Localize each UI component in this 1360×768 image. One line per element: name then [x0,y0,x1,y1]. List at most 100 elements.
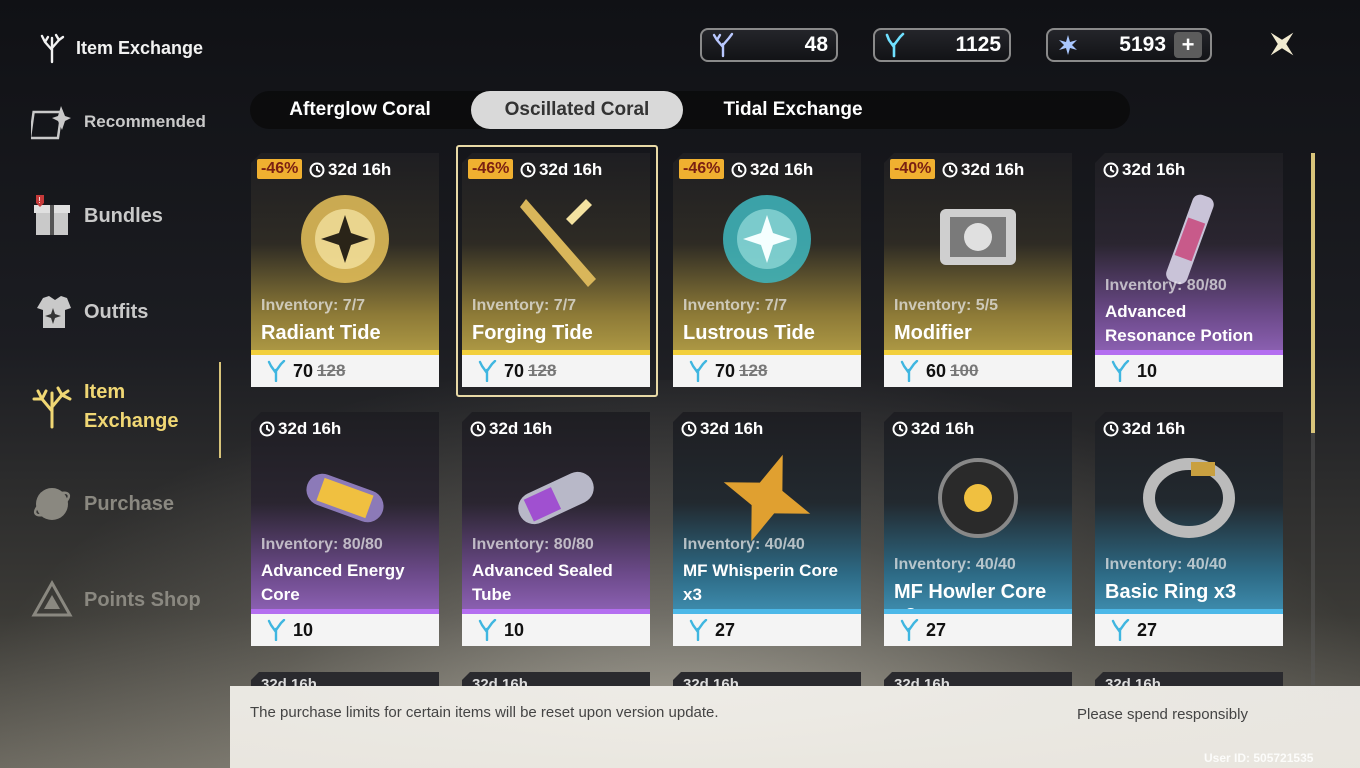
timer: 32d 16h [1103,419,1185,439]
item-art: 32d 16h Inventory: 80/80 Advanced Energy C… [251,412,439,614]
card-peek: 32d 16h [462,672,650,686]
item-card[interactable]: -46% 32d 16h Inventory: 7/7 Radiant Tide 70 1… [251,153,439,387]
sidebar-item-label: Points Shop [84,588,201,611]
currency-astrite[interactable]: 5193 + [1046,28,1212,62]
price-bar: 10 [251,614,439,646]
currency-amount: 48 [804,33,828,56]
inventory-count: Inventory: 5/5 [894,297,999,314]
timer: 32d 16h [520,160,602,180]
lustrous-tide-orb-icon [723,195,811,283]
footer-band [230,686,1360,768]
original-price: 128 [739,361,768,380]
outfit-icon [30,290,74,334]
sidebar-item-bundles[interactable]: ! Bundles [30,194,163,238]
coral-icon [30,385,74,429]
clock-icon [892,421,908,437]
oscillated-coral-icon [900,360,919,382]
price: 70 [504,360,525,381]
item-art: -46% 32d 16h Inventory: 7/7 Lustrous Tide [673,153,861,355]
sidebar-item-purchase[interactable]: Purchase [30,482,174,526]
item-art: -46% 32d 16h Inventory: 7/7 Forging Tide [462,153,650,355]
item-name: Basic Ring x3 [1105,581,1237,603]
sidebar-header: Item Exchange [36,32,203,64]
item-name: Lustrous Tide [683,322,815,344]
scrollbar-thumb[interactable] [1311,153,1315,433]
item-name: Advanced Resonance Potion [1105,302,1254,345]
price-bar: 27 [884,614,1072,646]
oscillated-coral-icon [267,619,286,641]
item-card[interactable]: 32d 16h Inventory: 80/80 Advanced Energy C… [251,412,439,646]
item-card[interactable]: 32d 16h Inventory: 40/40 Basic Ring x3 27 [1095,412,1283,646]
item-card[interactable]: -40% 32d 16h Inventory: 5/5 Modifier 60 100 [884,153,1072,387]
item-card[interactable]: 32d 16h Inventory: 80/80 Advanced Sealed T… [462,412,650,646]
tab-afterglow-coral[interactable]: Afterglow Coral [250,91,470,129]
card-peek: 32d 16h [673,672,861,686]
inventory-count: Inventory: 40/40 [683,536,805,553]
timer: 32d 16h [470,419,552,439]
afterglow-coral-icon [712,32,734,58]
price: 27 [1137,619,1158,640]
oscillated-coral-icon [267,360,286,382]
item-name: Advanced Energy Core [261,561,405,604]
price: 70 [715,360,736,381]
currency-amount: 1125 [955,33,1001,56]
sidebar-item-points-shop[interactable]: Points Shop [30,578,201,622]
oscillated-coral-icon [478,360,497,382]
card-peek: 32d 16h [1095,672,1283,686]
price: 60 [926,360,947,381]
spend-responsibly-note: Please spend responsibly [1077,706,1248,723]
inventory-count: Inventory: 40/40 [1105,556,1227,573]
currency-afterglow-coral[interactable]: 48 [700,28,838,62]
inventory-count: Inventory: 40/40 [894,556,1016,573]
clock-icon [731,162,747,178]
item-card[interactable]: 32d 16h Inventory: 40/40 MF Whisperin Core… [673,412,861,646]
clock-icon [470,421,486,437]
item-art: -40% 32d 16h Inventory: 5/5 Modifier [884,153,1072,355]
tab-tidal-exchange[interactable]: Tidal Exchange [684,91,902,129]
discount-badge: -46% [679,159,725,179]
original-price: 128 [317,361,346,380]
inventory-count: Inventory: 7/7 [683,297,788,314]
clock-icon [259,421,275,437]
coral-icon [40,33,65,64]
oscillated-coral-icon [478,619,497,641]
item-art: 32d 16h Inventory: 80/80 Advanced Resonanc… [1095,153,1283,355]
currency-oscillated-coral[interactable]: 1125 [873,28,1011,62]
sidebar-item-item-exchange[interactable]: Item Exchange [30,378,178,436]
timer: 32d 16h [681,419,763,439]
price: 27 [715,619,736,640]
close-button[interactable] [1262,24,1302,64]
item-name: MF Whisperin Core x3 [683,561,838,604]
item-card[interactable]: -46% 32d 16h Inventory: 7/7 Lustrous Tide 70… [673,153,861,387]
timer: 32d 16h [731,160,813,180]
radiant-tide-orb-icon [301,195,389,283]
sidebar-item-outfits[interactable]: Outfits [30,290,148,334]
close-icon [1270,32,1294,56]
add-currency-button[interactable]: + [1174,32,1202,58]
inventory-count: Inventory: 7/7 [472,297,577,314]
item-card[interactable]: -46% 32d 16h Inventory: 7/7 Forging Tide 70 1… [456,145,658,397]
sidebar-item-label: Purchase [84,492,175,515]
oscillated-coral-icon [689,360,708,382]
item-name: Radiant Tide [261,322,381,344]
item-card[interactable]: 32d 16h Inventory: 80/80 Advanced Resonanc… [1095,153,1283,387]
price-bar: 10 [1095,355,1283,387]
price: 70 [293,360,314,381]
inventory-count: Inventory: 80/80 [1105,277,1227,294]
price-bar: 60 100 [884,355,1072,387]
original-price: 128 [528,361,557,380]
item-name: Forging Tide [472,322,593,344]
clock-icon [1103,162,1119,178]
user-id: User ID: 505721535 [1204,751,1314,765]
clock-icon [942,162,958,178]
modifier-device-icon [940,209,1016,265]
timer: 32d 16h [892,419,974,439]
sidebar-item-recommended[interactable]: Recommended [30,100,206,144]
price: 10 [504,619,525,640]
item-art: 32d 16hInventory: 40/40MF Howler Core x3 [884,412,1072,614]
forging-tide-blade-icon [520,199,596,287]
item-card[interactable]: 32d 16hInventory: 40/40MF Howler Core x3… [884,412,1072,646]
discount-badge: -46% [257,159,303,179]
price-bar: 70 128 [462,355,650,387]
tab-oscillated-coral[interactable]: Oscillated Coral [471,91,683,129]
